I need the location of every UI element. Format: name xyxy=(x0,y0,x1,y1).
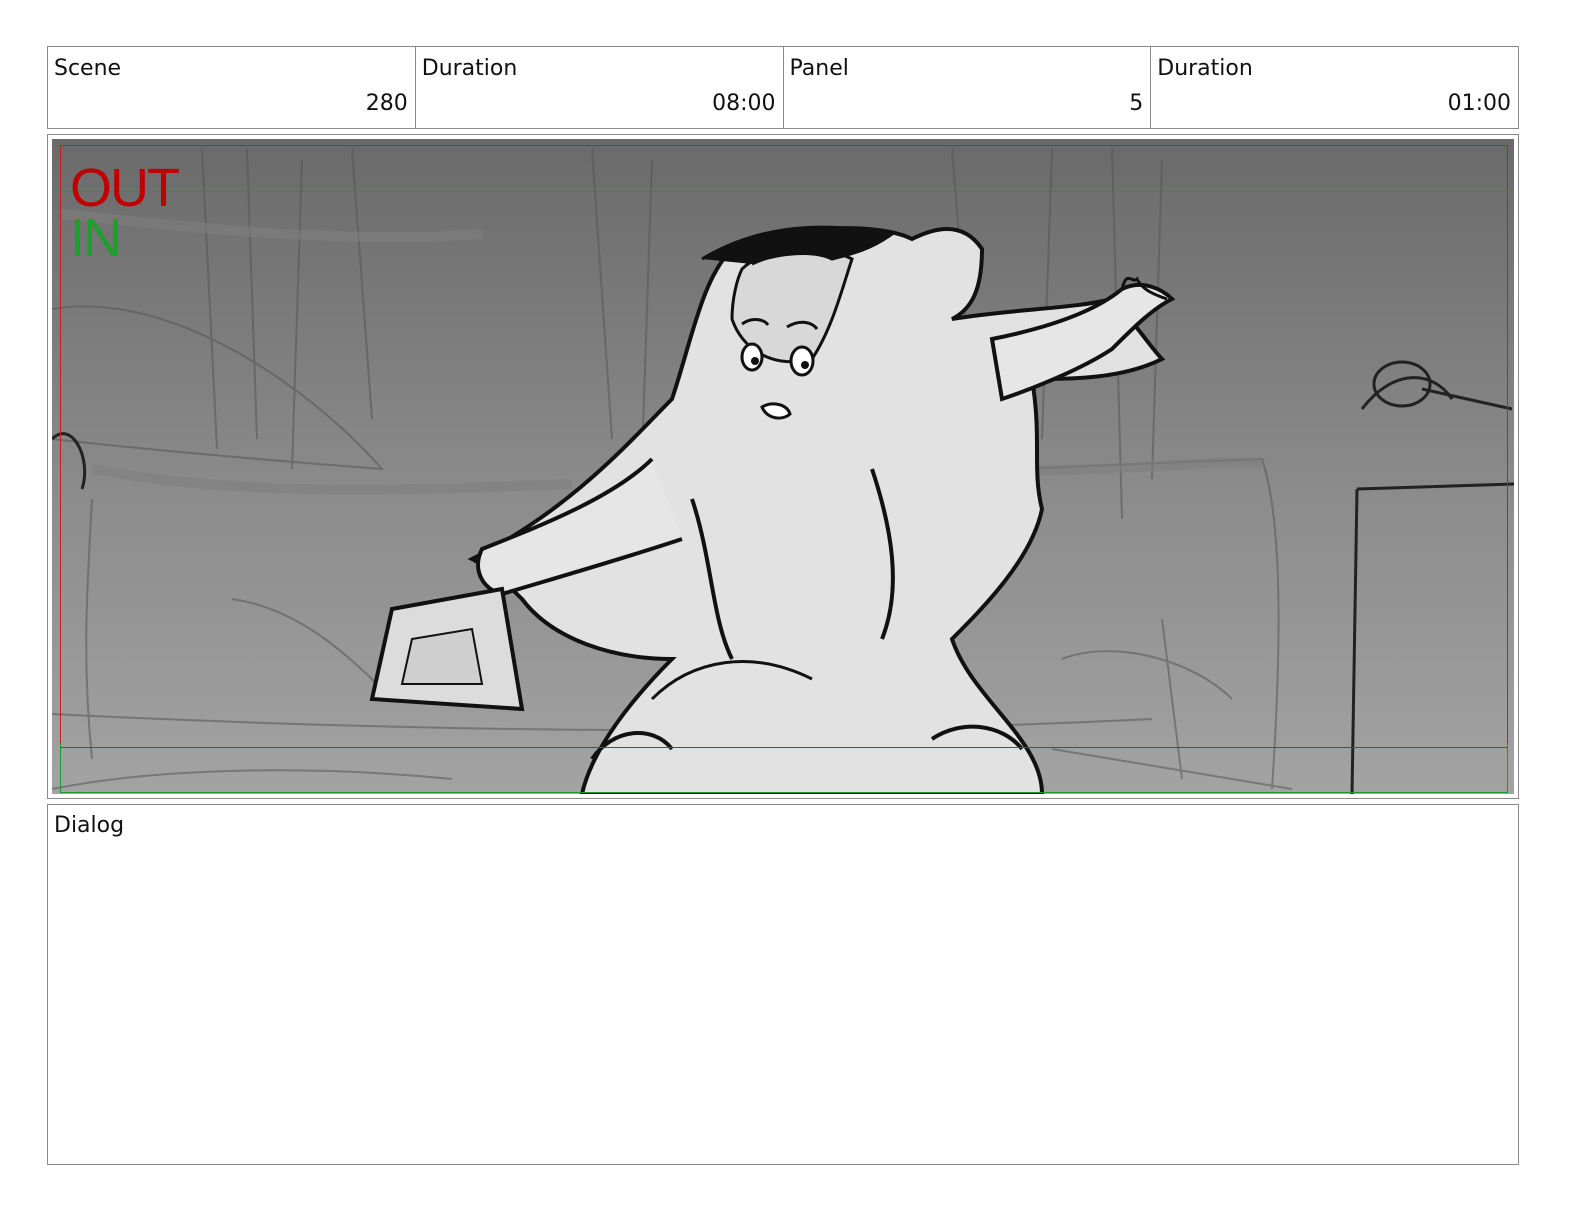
scene-duration-cell: Duration 08:00 xyxy=(416,47,784,128)
scene-number: 280 xyxy=(365,91,408,116)
storyboard-panel-frame: OUT IN xyxy=(47,134,1519,799)
panel-duration-cell: Duration 01:00 xyxy=(1151,47,1518,128)
scene-duration-value: 08:00 xyxy=(712,91,776,116)
panel-info-header: Scene 280 Duration 08:00 Panel 5 Duratio… xyxy=(47,46,1519,129)
scene-cell: Scene 280 xyxy=(48,47,416,128)
scene-label: Scene xyxy=(54,56,122,81)
dialog-label: Dialog xyxy=(54,813,125,838)
in-marker-label: IN xyxy=(70,208,122,268)
panel-number: 5 xyxy=(1129,91,1144,116)
title-safe-in-top-line xyxy=(60,191,1508,192)
title-safe-in-bottom-frame xyxy=(60,743,1508,793)
title-safe-out-frame xyxy=(60,145,1508,748)
panel-duration-label: Duration xyxy=(1157,56,1253,81)
panel-label: Panel xyxy=(789,56,849,81)
panel-cell: Panel 5 xyxy=(784,47,1152,128)
panel-duration-value: 01:00 xyxy=(1447,91,1511,116)
scene-duration-label: Duration xyxy=(421,56,518,81)
out-marker-label: OUT xyxy=(70,158,180,218)
storyboard-sketch: OUT IN xyxy=(52,139,1514,794)
dialog-box[interactable]: Dialog xyxy=(47,804,1519,1165)
